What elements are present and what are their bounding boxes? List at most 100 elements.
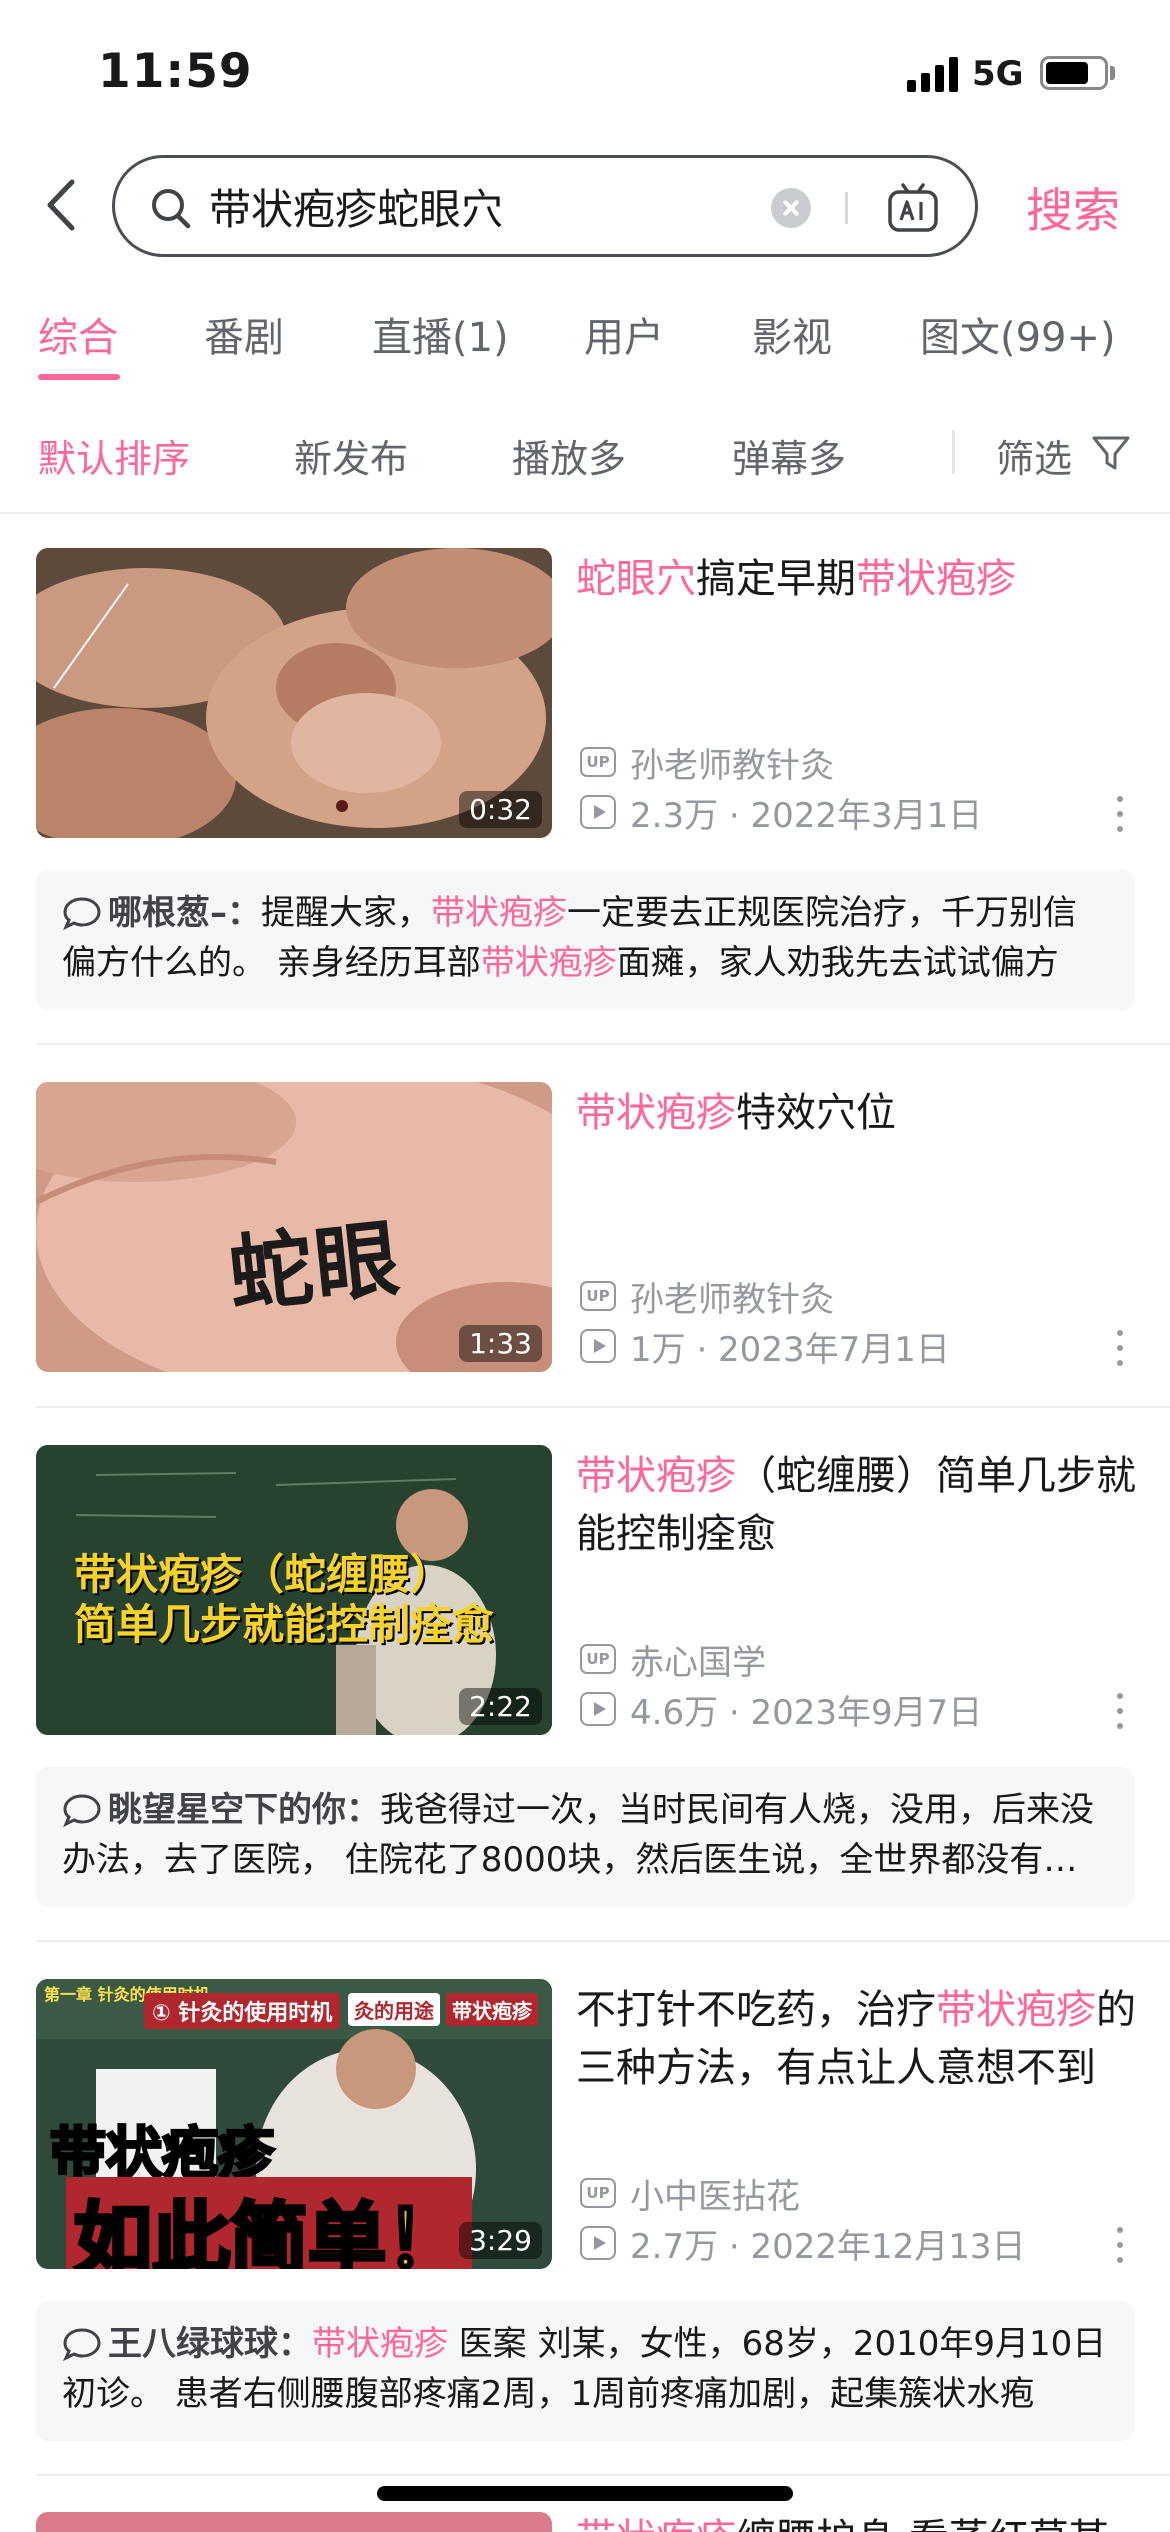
sort-most-danmaku[interactable]: 弹幕多 xyxy=(732,428,846,483)
play-stats: 2.7万 · 2022年12月13日 xyxy=(630,2226,1026,2267)
up-icon: UP xyxy=(580,747,616,777)
comment-highlight: 带状疱疹 xyxy=(312,2324,448,2364)
title-highlight: 带状疱疹 xyxy=(576,1453,736,1499)
signal-icon xyxy=(907,56,959,92)
play-stats: 2.3万 · 2022年3月1日 xyxy=(630,795,983,836)
up-icon: UP xyxy=(580,1281,616,1311)
tab-comprehensive[interactable]: 综合 xyxy=(38,305,118,363)
thumbnail-tag: 灸的用途 xyxy=(348,1993,440,2026)
clear-icon[interactable] xyxy=(771,188,811,228)
top-comment[interactable]: 眺望星空下的你：我爸得过一次，当时民间有人烧，没用，后来没办法，去了医院， 住院… xyxy=(36,1767,1134,1907)
stats-row: 1万 · 2023年7月1日 xyxy=(580,1326,950,1370)
battery-tip xyxy=(1110,66,1115,80)
comment-text: 提醒大家， xyxy=(261,893,431,933)
back-button[interactable] xyxy=(34,170,94,240)
more-icon[interactable] xyxy=(1108,2225,1132,2265)
network-label: 5G xyxy=(972,54,1024,94)
ai-icon[interactable] xyxy=(885,180,941,236)
sort-most-played[interactable]: 播放多 xyxy=(512,428,626,483)
status-bar: 11:59 5G xyxy=(0,0,1170,140)
result-divider xyxy=(36,1043,1170,1045)
tab-indicator xyxy=(38,374,120,380)
stats-row: 2.3万 · 2022年3月1日 xyxy=(580,792,982,836)
uploader-row[interactable]: UP 孙老师教针灸 xyxy=(580,742,834,786)
uploader-row[interactable]: UP 小中医拈花 xyxy=(580,2173,800,2217)
result-divider xyxy=(36,1406,1170,1408)
video-duration: 3:29 xyxy=(459,2222,542,2259)
uploader-name: 赤心国学 xyxy=(630,1642,766,1683)
thumbnail-tag: 带状疱疹 xyxy=(446,1993,538,2026)
more-icon[interactable] xyxy=(1108,794,1132,834)
up-icon: UP xyxy=(580,2178,616,2208)
uploader-row[interactable]: UP 孙老师教针灸 xyxy=(580,1276,834,1320)
thumbnail-section: ① 针灸的使用时机 xyxy=(144,1993,341,2029)
search-input[interactable] xyxy=(209,176,779,236)
header-divider xyxy=(0,512,1170,514)
tab-film[interactable]: 影视 xyxy=(752,305,832,363)
comment-user: 眺望星空下的你： xyxy=(108,1790,380,1830)
title-highlight: 蛇眼穴 xyxy=(576,556,696,602)
home-indicator xyxy=(377,2486,793,2501)
tab-users[interactable]: 用户 xyxy=(584,305,664,363)
title-highlight: 带状疱疹 xyxy=(576,2516,736,2532)
filter-icon[interactable] xyxy=(1090,432,1132,474)
video-title[interactable]: 带状疱疹缠腰护身 看蒸红草某 xyxy=(576,2512,1136,2532)
tab-bangumi[interactable]: 番剧 xyxy=(204,305,284,363)
comment-highlight: 带状疱疹 xyxy=(480,943,617,983)
video-duration: 2:22 xyxy=(459,1688,542,1725)
status-time: 11:59 xyxy=(98,44,253,99)
uploader-name: 小中医拈花 xyxy=(630,2176,800,2217)
top-comment[interactable]: 哪根葱–：提醒大家，带状疱疹一定要去正规医院治疗，千万别信偏方什么的。 亲身经历… xyxy=(36,870,1134,1010)
comment-icon xyxy=(63,2328,101,2361)
thumbnail-caption: 如此简单！ xyxy=(66,2177,473,2269)
stats-row: 4.6万 · 2023年9月7日 xyxy=(580,1689,982,1733)
play-count-icon xyxy=(580,2226,616,2260)
top-comment[interactable]: 王八绿球球：带状疱疹 医案 刘某，女性，68岁，2010年9月10日初诊。 患者… xyxy=(36,2301,1134,2441)
video-thumbnail[interactable]: 蛇眼 1:33 xyxy=(36,1082,552,1372)
result-divider xyxy=(36,2474,1170,2476)
video-title[interactable]: 蛇眼穴搞定早期带状疱疹 xyxy=(576,550,1136,608)
video-thumbnail[interactable]: 0:32 xyxy=(36,548,552,838)
search-divider xyxy=(845,192,848,224)
video-thumbnail[interactable]: 第一章 针灸的使用时机 ① 针灸的使用时机 灸的用途 带状疱疹 带状疱疹 如此简… xyxy=(36,1979,552,2269)
back-icon xyxy=(47,179,75,231)
comment-highlight: 带状疱疹 xyxy=(431,893,567,933)
search-icon xyxy=(152,189,191,229)
uploader-name: 孙老师教针灸 xyxy=(630,745,834,786)
title-highlight: 带状疱疹 xyxy=(936,1987,1096,2033)
play-stats: 1万 · 2023年7月1日 xyxy=(630,1329,950,1370)
more-icon[interactable] xyxy=(1108,1328,1132,1368)
more-icon[interactable] xyxy=(1108,1691,1132,1731)
video-duration: 1:33 xyxy=(459,1325,542,1362)
filter-button[interactable]: 筛选 xyxy=(996,428,1072,483)
title-text: 缠腰护身 看蒸红草某 xyxy=(736,2516,1109,2532)
comment-user: 王八绿球球： xyxy=(108,2324,312,2364)
video-title[interactable]: 带状疱疹特效穴位 xyxy=(576,1084,1136,1142)
search-box[interactable] xyxy=(112,155,978,257)
comment-icon xyxy=(63,1794,101,1827)
uploader-row[interactable]: UP 赤心国学 xyxy=(580,1639,766,1683)
thumbnail-caption: 简单几步就能控制痊愈 xyxy=(74,1600,495,1649)
video-title[interactable]: 带状疱疹（蛇缠腰）简单几步就能控制痊愈 xyxy=(576,1447,1136,1563)
search-submit-button[interactable]: 搜索 xyxy=(1026,172,1120,241)
video-duration: 0:32 xyxy=(459,791,542,828)
sort-default[interactable]: 默认排序 xyxy=(38,428,190,483)
title-highlight: 带状疱疹 xyxy=(576,1090,736,1136)
comment-user: 哪根葱–： xyxy=(108,893,261,933)
video-title[interactable]: 不打针不吃药，治疗带状疱疹的三种方法，有点让人意想不到 xyxy=(576,1981,1136,2097)
result-card[interactable]: 带状疱疹缠腰护身 看蒸红草某 xyxy=(0,2512,1170,2532)
play-count-icon xyxy=(580,795,616,829)
play-stats: 4.6万 · 2023年9月7日 xyxy=(630,1692,983,1733)
up-icon: UP xyxy=(580,1644,616,1674)
tab-articles[interactable]: 图文(99+) xyxy=(920,305,1116,363)
comment-text: 面瘫，家人劝我先去试试偏方 xyxy=(616,943,1059,983)
play-count-icon xyxy=(580,1692,616,1726)
thumbnail-caption: 蛇眼 xyxy=(224,1209,406,1325)
play-count-icon xyxy=(580,1329,616,1363)
video-thumbnail[interactable] xyxy=(36,2512,552,2532)
tab-live[interactable]: 直播(1) xyxy=(372,305,509,363)
sort-newest[interactable]: 新发布 xyxy=(294,428,408,483)
title-text: 特效穴位 xyxy=(736,1090,896,1136)
video-thumbnail[interactable]: 带状疱疹（蛇缠腰） 简单几步就能控制痊愈 2:22 xyxy=(36,1445,552,1735)
uploader-name: 孙老师教针灸 xyxy=(630,1279,834,1320)
